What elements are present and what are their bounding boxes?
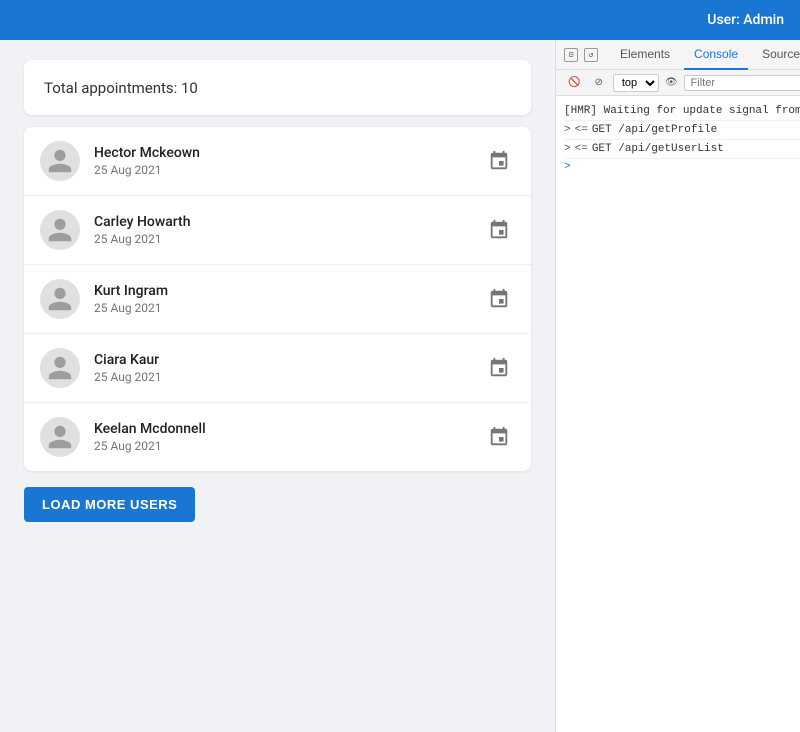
devtools-level-select[interactable]: top [613,74,659,92]
user-name: Carley Howarth [94,214,483,230]
user-date: 25 Aug 2021 [94,163,483,177]
user-date: 25 Aug 2021 [94,439,483,453]
user-row[interactable]: Keelan Mcdonnell 25 Aug 2021 [24,403,531,471]
console-line: > <= GET /api/getProfile [564,121,800,140]
calendar-icon[interactable] [483,214,515,246]
app-header: User: Admin [0,0,800,40]
user-name: Ciara Kaur [94,352,483,368]
devtools-eye-icon[interactable]: 👁 [665,77,678,89]
tab-elements[interactable]: Elements [610,40,680,70]
users-list-card: Hector Mckeown 25 Aug 2021 Carley Howart… [24,127,531,471]
console-line-text: GET /api/getUserList [592,140,724,158]
devtools-panel: ⊡ ↺ Elements Console Sources Network 🚫 ⊘… [555,40,800,732]
calendar-icon[interactable] [483,145,515,177]
devtools-filter-input[interactable] [691,77,800,89]
user-info: Hector Mckeown 25 Aug 2021 [94,145,483,177]
devtools-tabs-bar: ⊡ ↺ Elements Console Sources Network [556,40,800,70]
console-output: [HMR] Waiting for update signal from WDS… [556,96,800,732]
summary-text: Total appointments: 10 [44,79,198,97]
devtools-stop-button[interactable]: ⊘ [590,75,606,90]
avatar [40,210,80,250]
user-info: Ciara Kaur 25 Aug 2021 [94,352,483,384]
avatar [40,141,80,181]
user-name: Keelan Mcdonnell [94,421,483,437]
summary-card: Total appointments: 10 [24,60,531,115]
console-arrow: > [564,121,571,139]
devtools-clear-button[interactable]: 🚫 [564,75,584,90]
user-date: 25 Aug 2021 [94,232,483,246]
left-panel: Total appointments: 10 Hector Mckeown 25… [0,40,555,732]
user-row[interactable]: Carley Howarth 25 Aug 2021 [24,196,531,265]
devtools-refresh-icon[interactable]: ↺ [584,48,598,62]
user-name: Kurt Ingram [94,283,483,299]
calendar-icon[interactable] [483,421,515,453]
user-row[interactable]: Hector Mckeown 25 Aug 2021 [24,127,531,196]
console-arrow: > [564,140,571,158]
devtools-toolbar: 🚫 ⊘ top 👁 [556,70,800,96]
main-layout: Total appointments: 10 Hector Mckeown 25… [0,40,800,732]
calendar-icon[interactable] [483,283,515,315]
load-more-users-button[interactable]: LOAD MORE USERS [24,487,195,522]
console-prompt[interactable]: > [564,159,800,175]
avatar [40,279,80,319]
tab-sources[interactable]: Sources [752,40,800,70]
devtools-filter-container [684,75,800,91]
console-prefix: <= [575,140,588,158]
user-date: 25 Aug 2021 [94,301,483,315]
calendar-icon[interactable] [483,352,515,384]
avatar [40,348,80,388]
user-info: Keelan Mcdonnell 25 Aug 2021 [94,421,483,453]
devtools-dock-icon[interactable]: ⊡ [564,48,578,62]
user-row[interactable]: Ciara Kaur 25 Aug 2021 [24,334,531,403]
devtools-icon-group: ⊡ ↺ [564,48,598,62]
console-line: [HMR] Waiting for update signal from WDS… [564,102,800,121]
user-date: 25 Aug 2021 [94,370,483,384]
header-user-label: User: Admin [707,12,784,28]
console-prefix: <= [575,121,588,139]
console-line: > <= GET /api/getUserList [564,140,800,159]
tab-console[interactable]: Console [684,40,748,70]
user-row[interactable]: Kurt Ingram 25 Aug 2021 [24,265,531,334]
user-name: Hector Mckeown [94,145,483,161]
console-line-text: GET /api/getProfile [592,121,717,139]
console-line-text: [HMR] Waiting for update signal from WDS… [564,102,800,120]
avatar [40,417,80,457]
user-info: Carley Howarth 25 Aug 2021 [94,214,483,246]
user-info: Kurt Ingram 25 Aug 2021 [94,283,483,315]
